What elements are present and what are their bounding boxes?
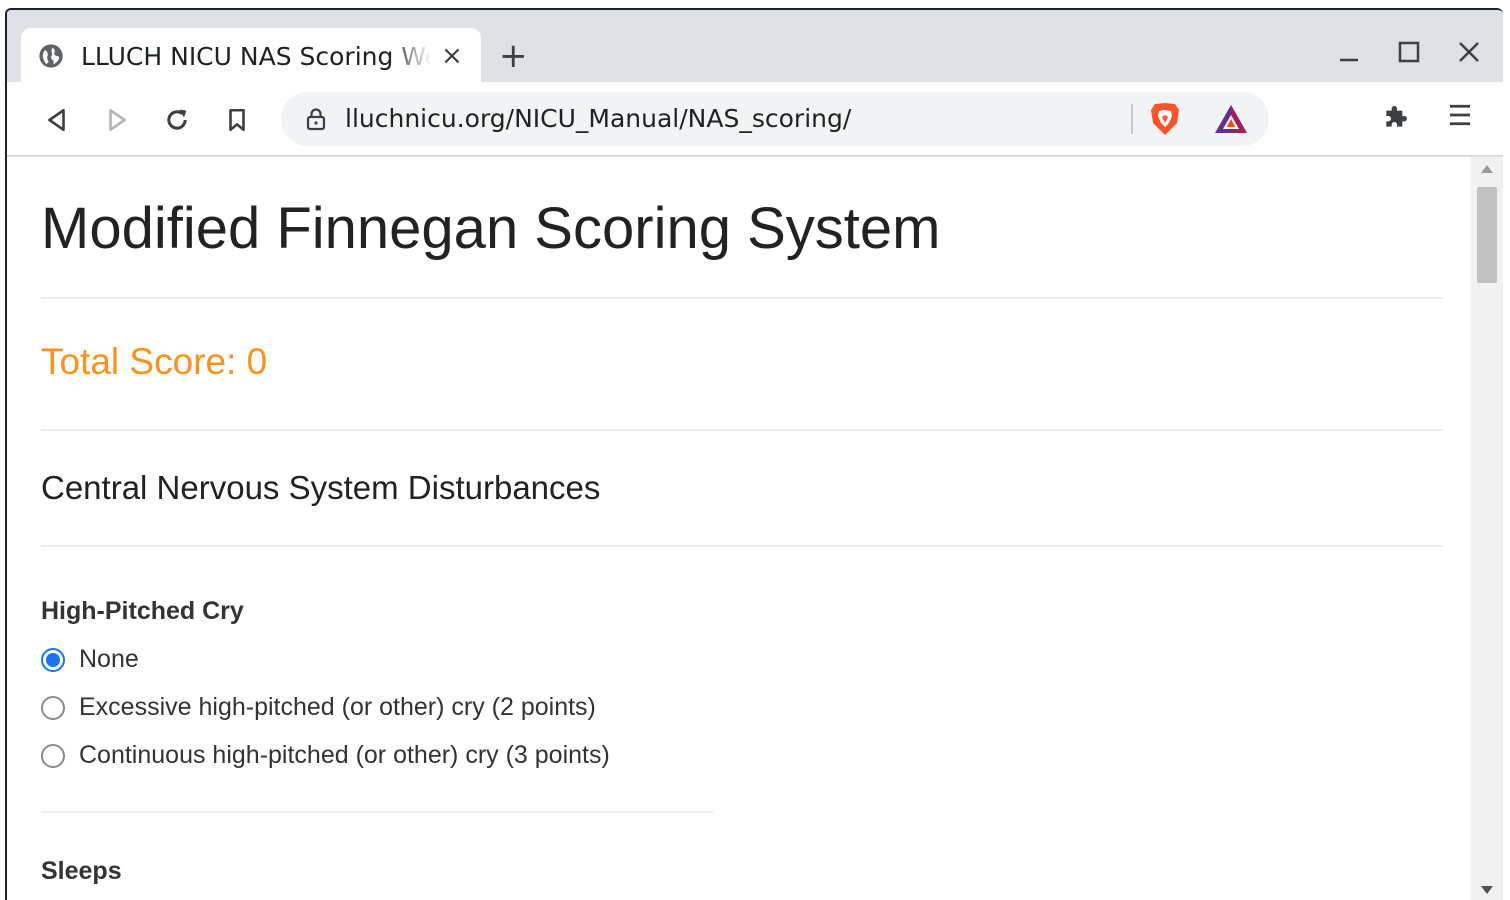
minimize-icon xyxy=(1340,58,1358,62)
back-button[interactable] xyxy=(37,100,77,140)
browser-window: LLUCH NICU NAS Scoring Web × + lluchnicu… xyxy=(5,8,1503,900)
hamburger-menu-icon xyxy=(1450,104,1470,126)
section-heading: Central Nervous System Disturbances xyxy=(41,469,601,506)
minimize-button[interactable] xyxy=(1329,32,1369,72)
divider xyxy=(41,811,713,813)
tab-close-button[interactable]: × xyxy=(441,41,463,71)
page-title: Modified Finnegan Scoring System xyxy=(41,196,941,261)
vertical-scrollbar[interactable] xyxy=(1471,157,1503,900)
option-label: None xyxy=(79,645,139,673)
divider xyxy=(41,429,1443,431)
reload-icon xyxy=(167,109,187,130)
question-label-sleeps: Sleeps xyxy=(41,857,122,885)
option-none[interactable]: None xyxy=(41,645,139,674)
scroll-down-arrow-icon[interactable] xyxy=(1481,886,1493,894)
browser-menu-button[interactable] xyxy=(1445,100,1475,135)
url-text[interactable]: lluchnicu.org/NICU_Manual/NAS_scoring/ xyxy=(345,104,1105,133)
reload-button[interactable] xyxy=(157,100,197,140)
close-icon xyxy=(1459,42,1479,62)
forward-button[interactable] xyxy=(97,100,137,140)
lock-icon xyxy=(306,108,326,131)
option-label: Excessive high-pitched (or other) cry (2… xyxy=(79,693,596,721)
bookmark-button[interactable] xyxy=(217,100,257,140)
globe-icon xyxy=(39,44,63,68)
forward-arrow-icon xyxy=(109,108,126,132)
maximize-icon xyxy=(1398,41,1420,63)
scrollbar-thumb[interactable] xyxy=(1477,187,1497,283)
option-label: Continuous high-pitched (or other) cry (… xyxy=(79,741,610,769)
extensions-button[interactable] xyxy=(1381,100,1413,137)
scroll-up-arrow-icon[interactable] xyxy=(1481,165,1493,173)
page-content: Modified Finnegan Scoring System Total S… xyxy=(7,157,1503,900)
back-arrow-icon xyxy=(48,108,65,132)
bat-rewards-icon[interactable] xyxy=(1213,103,1249,135)
divider xyxy=(41,297,1443,299)
address-bar[interactable]: lluchnicu.org/NICU_Manual/NAS_scoring/ xyxy=(281,92,1269,146)
divider xyxy=(41,545,1443,547)
option-continuous-cry[interactable]: Continuous high-pitched (or other) cry (… xyxy=(41,741,610,770)
radio-button-checked[interactable] xyxy=(41,647,65,672)
maximize-button[interactable] xyxy=(1389,32,1429,72)
tab-strip: LLUCH NICU NAS Scoring Web × + xyxy=(7,10,1503,84)
close-window-button[interactable] xyxy=(1449,32,1489,72)
radio-button[interactable] xyxy=(41,743,65,768)
option-excessive-cry[interactable]: Excessive high-pitched (or other) cry (2… xyxy=(41,693,596,722)
new-tab-button[interactable]: + xyxy=(499,36,528,76)
browser-toolbar: lluchnicu.org/NICU_Manual/NAS_scoring/ xyxy=(7,82,1503,156)
bookmark-icon xyxy=(229,108,245,132)
address-bar-divider xyxy=(1131,104,1133,134)
puzzle-icon xyxy=(1386,106,1407,127)
question-label-high-pitched-cry: High-Pitched Cry xyxy=(41,597,244,625)
radio-button[interactable] xyxy=(41,695,65,720)
tab-title: LLUCH NICU NAS Scoring Web xyxy=(81,41,431,71)
total-score: Total Score: 0 xyxy=(41,341,268,382)
browser-tab-active[interactable]: LLUCH NICU NAS Scoring Web × xyxy=(21,28,481,84)
brave-shield-icon[interactable] xyxy=(1149,101,1181,137)
